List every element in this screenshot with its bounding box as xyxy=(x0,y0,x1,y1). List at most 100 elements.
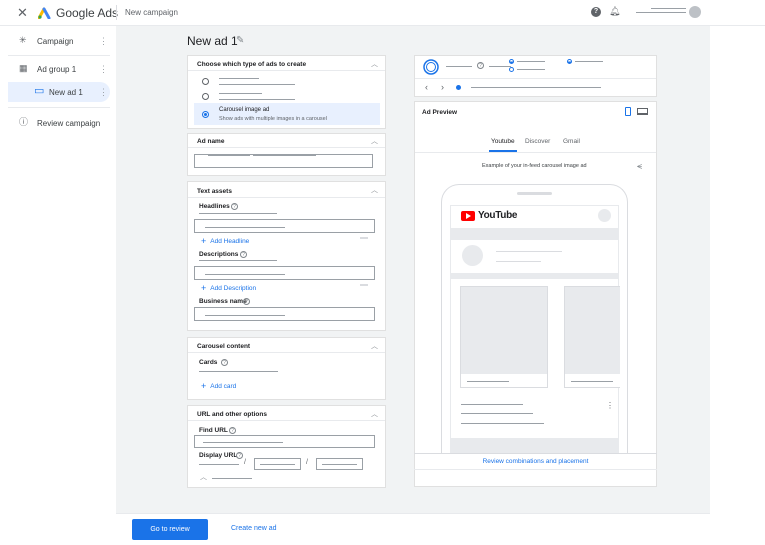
sidebar-item-campaign[interactable]: ✳ Campaign ⋮ xyxy=(0,29,116,53)
carousel-card[interactable] xyxy=(564,286,620,388)
divider xyxy=(415,78,656,79)
ad-name-input[interactable] xyxy=(194,154,373,168)
strength-skeleton xyxy=(446,66,472,67)
help-icon[interactable]: ? xyxy=(243,298,250,305)
char-counter xyxy=(360,237,368,239)
tab-gmail[interactable]: Gmail xyxy=(563,138,580,145)
char-counter xyxy=(360,284,368,286)
review-combinations-link[interactable]: Review combinations and placement xyxy=(414,458,657,465)
description-skeleton xyxy=(461,423,544,424)
add-headline-link[interactable]: + Add Headline xyxy=(201,236,249,246)
add-card-link[interactable]: + Add card xyxy=(201,381,236,391)
sidebar-item-review-campaign[interactable]: ⓘ Review campaign xyxy=(0,111,116,135)
skeleton-bar xyxy=(451,438,618,453)
status-dot-icon xyxy=(509,67,514,72)
chevron-up-icon[interactable]: ︿ xyxy=(371,59,378,69)
helper-text-skeleton xyxy=(199,371,278,372)
carousel-image-placeholder xyxy=(461,287,547,374)
status-dot-icon xyxy=(509,59,514,64)
help-icon[interactable]: ? xyxy=(477,62,484,69)
option-desc-skeleton xyxy=(219,99,295,100)
final-url-input[interactable] xyxy=(194,435,375,448)
share-icon[interactable]: ⪪ xyxy=(637,161,642,172)
more-vert-icon[interactable]: ⋮ xyxy=(606,401,614,410)
close-icon[interactable]: ✕ xyxy=(17,5,28,21)
carousel-card[interactable] xyxy=(460,286,548,388)
divider xyxy=(188,70,385,71)
radio-ad-type-2[interactable] xyxy=(202,93,209,100)
grid-icon: ▦ xyxy=(19,63,28,73)
chevron-up-icon[interactable]: ︿ xyxy=(371,341,378,351)
description-skeleton xyxy=(461,404,523,405)
sidebar-item-new-ad[interactable]: ▭ New ad 1 ⋮ xyxy=(8,82,110,102)
help-icon[interactable]: ? xyxy=(240,251,247,258)
more-vert-icon[interactable]: ⋮ xyxy=(99,64,108,75)
display-url-label: Display URL xyxy=(199,452,238,459)
path-1-input[interactable] xyxy=(254,458,301,470)
divider xyxy=(188,147,385,148)
sidebar-item-label: Review campaign xyxy=(37,119,101,128)
divider xyxy=(188,352,385,353)
chevron-up-icon[interactable]: ︿ xyxy=(371,185,378,195)
divider xyxy=(8,107,110,108)
pencil-icon[interactable]: ✎ xyxy=(236,35,244,46)
mobile-icon[interactable] xyxy=(625,107,631,116)
input-value-skeleton xyxy=(260,464,295,465)
business-name-input[interactable] xyxy=(194,307,375,321)
divider xyxy=(188,420,385,421)
more-vert-icon[interactable]: ⋮ xyxy=(99,87,108,98)
radio-ad-type-1[interactable] xyxy=(202,78,209,85)
selected-option[interactable]: Carousel image ad Show ads with multiple… xyxy=(194,103,380,125)
avatar xyxy=(598,209,611,222)
plus-icon: + xyxy=(201,381,207,391)
youtube-logo-icon xyxy=(461,211,475,221)
top-bar: ✕ Google Ads New campaign ? 🔔︎ xyxy=(0,0,765,26)
avatar[interactable] xyxy=(689,6,701,18)
carousel-image-placeholder xyxy=(565,287,620,374)
tab-discover[interactable]: Discover xyxy=(525,138,550,145)
path-separator: / xyxy=(306,459,308,466)
advertiser-avatar xyxy=(462,245,483,266)
path-2-input[interactable] xyxy=(316,458,363,470)
help-icon[interactable]: ? xyxy=(231,203,238,210)
description-input[interactable] xyxy=(194,266,375,280)
youtube-wordmark: YouTube xyxy=(478,210,518,221)
radio-carousel-image-ad[interactable] xyxy=(202,111,209,118)
sidebar-item-ad-group[interactable]: ▦ Ad group 1 ⋮ xyxy=(0,57,116,81)
chevron-right-icon[interactable]: › xyxy=(441,82,444,92)
bell-icon[interactable]: 🔔︎ xyxy=(609,6,620,17)
status-skeleton xyxy=(517,61,545,62)
sidebar-item-label: New ad 1 xyxy=(49,88,83,97)
path-separator: / xyxy=(244,459,246,466)
tab-youtube[interactable]: Youtube xyxy=(491,138,515,145)
ad-type-card: Choose which type of ads to create ︿ Car… xyxy=(187,55,386,129)
ad-name-card: Ad name ︿ xyxy=(187,133,386,176)
phone-speaker xyxy=(517,192,552,195)
account-info-skeleton xyxy=(636,12,686,13)
helper-text-skeleton xyxy=(199,213,277,214)
preview-example-text: Example of your in-feed carousel image a… xyxy=(482,163,587,169)
chevron-up-icon[interactable]: ︿ xyxy=(200,472,207,482)
headline-input[interactable] xyxy=(194,219,375,233)
help-icon[interactable]: ? xyxy=(221,359,228,366)
help-icon[interactable]: ? xyxy=(236,452,243,459)
create-new-ad-button[interactable]: Create new ad xyxy=(231,525,277,532)
chevron-up-icon[interactable]: ︿ xyxy=(371,136,378,146)
desktop-icon[interactable] xyxy=(637,108,648,115)
input-value-skeleton xyxy=(203,442,283,443)
more-vert-icon[interactable]: ⋮ xyxy=(99,36,108,47)
domain-skeleton xyxy=(199,464,239,465)
card-headline-skeleton xyxy=(571,381,613,382)
add-description-link[interactable]: + Add Description xyxy=(201,283,256,293)
url-options-card: URL and other options ︿ Find URL ? Displ… xyxy=(187,405,386,488)
go-to-review-button[interactable]: Go to review xyxy=(132,519,208,540)
help-icon[interactable]: ? xyxy=(229,427,236,434)
help-icon[interactable]: ? xyxy=(591,7,601,17)
chevron-left-icon[interactable]: ‹ xyxy=(425,82,428,92)
page-title: New ad 1 xyxy=(187,34,238,48)
active-tab-indicator xyxy=(489,150,517,152)
divider xyxy=(116,5,117,20)
step-dot-icon xyxy=(456,85,461,90)
chevron-up-icon[interactable]: ︿ xyxy=(371,409,378,419)
add-description-label: Add Description xyxy=(210,285,257,292)
